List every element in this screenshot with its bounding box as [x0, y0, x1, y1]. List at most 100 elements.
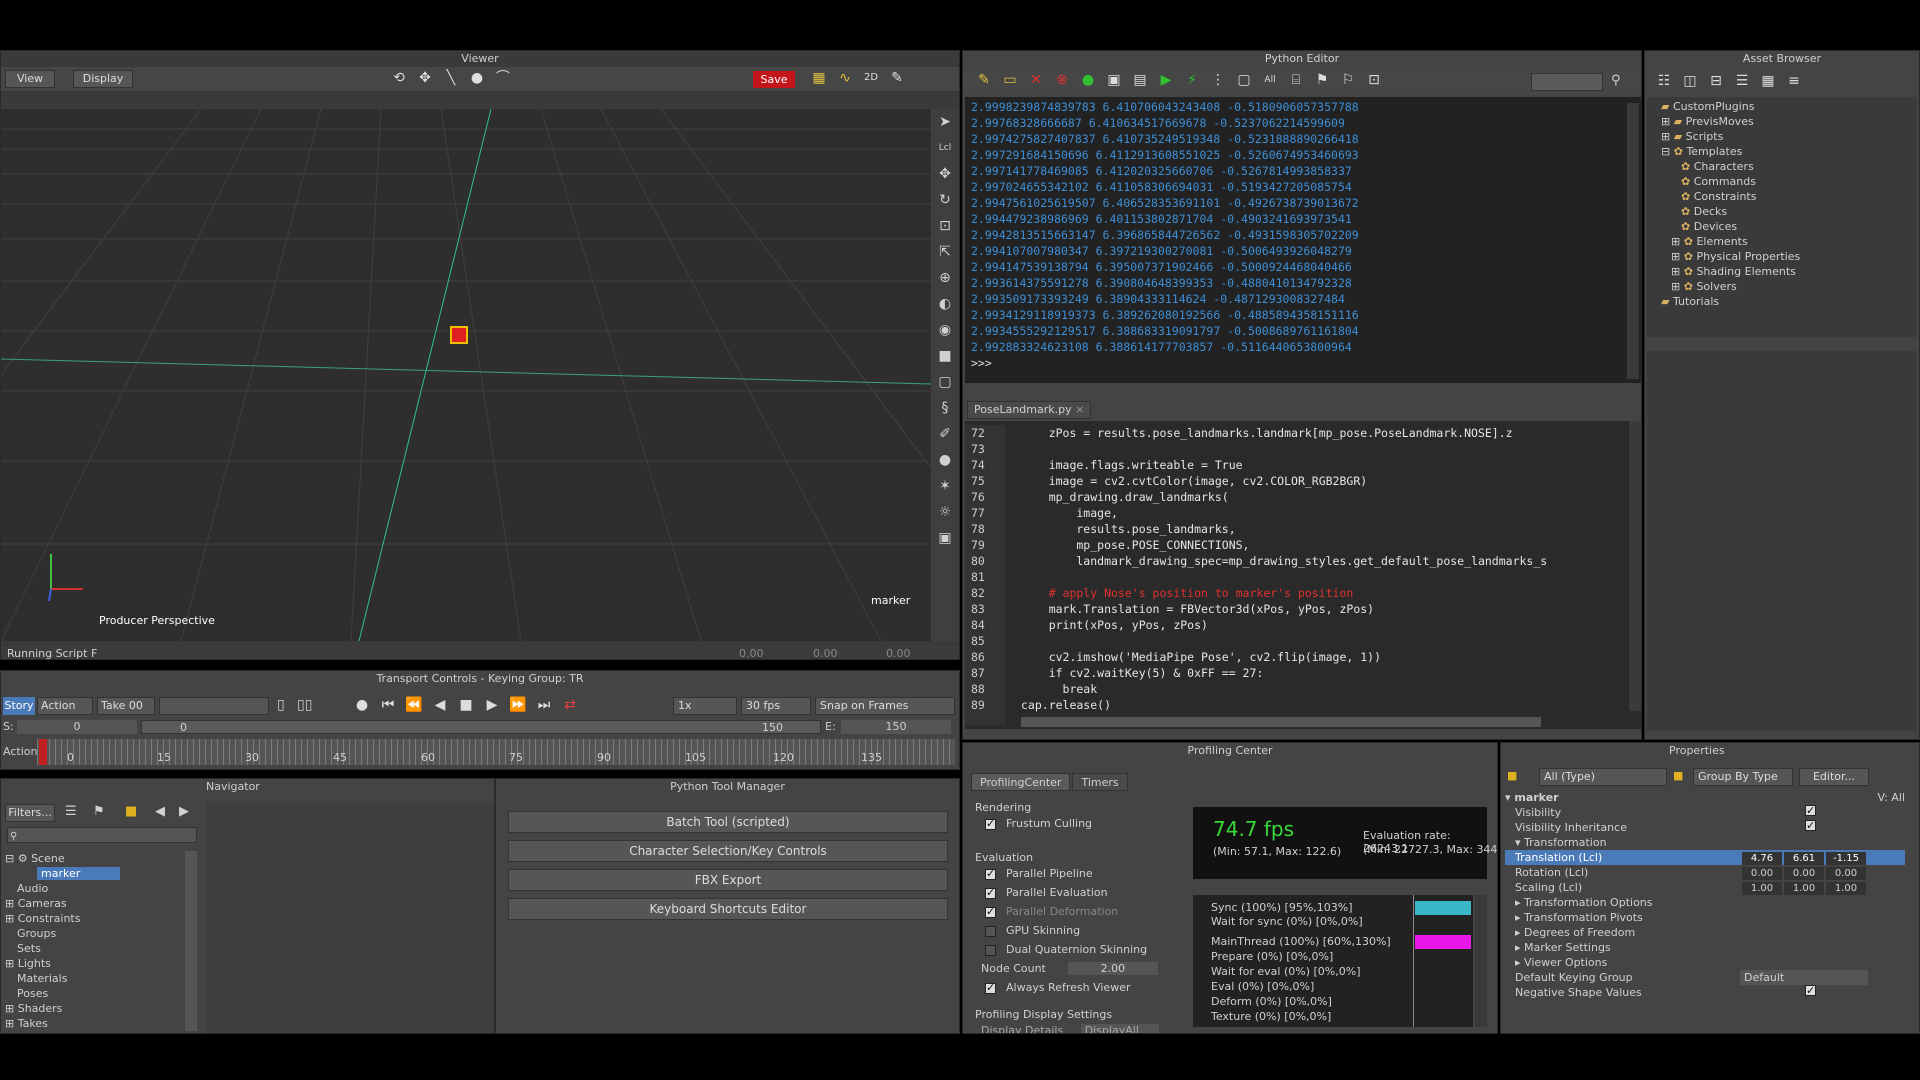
asset-item-commands[interactable]: ✿ Commands [1661, 174, 1917, 189]
tab-close-icon[interactable]: × [1075, 403, 1084, 416]
fps-dropdown[interactable]: 30 fps [741, 697, 811, 715]
clear-all-icon[interactable]: All [1259, 71, 1281, 89]
selected-marker[interactable]: marker [37, 867, 121, 880]
prop-translation[interactable]: Translation (Lcl) 4.76 6.61 -1.15 [1505, 850, 1905, 865]
navigator-scrollbar[interactable] [185, 851, 197, 1031]
clear-icon[interactable]: ▢ [1233, 71, 1255, 89]
timeline-ruler[interactable]: 0 15 30 45 60 75 90 105 120 135 [37, 739, 955, 765]
split-v-icon[interactable]: ◫ [1679, 72, 1701, 90]
code-scrollbar[interactable] [1629, 421, 1641, 711]
prop-marker-settings[interactable]: ▸ Marker Settings [1505, 940, 1905, 955]
asset-item-scripts[interactable]: ⊞ ▰ Scripts [1661, 129, 1917, 144]
prop-visibility-inheritance[interactable]: Visibility Inheritance [1505, 818, 1905, 835]
frustum-row[interactable]: Frustum Culling [975, 817, 1187, 837]
code-line[interactable]: cv2.imshow('MediaPipe Pose', cv2.flip(im… [1021, 649, 1629, 665]
cube-icon[interactable]: ■ [931, 343, 959, 369]
execute-icon[interactable]: ▶ [1155, 71, 1177, 89]
lock-icon[interactable]: ■ [1507, 769, 1517, 782]
filters-button[interactable]: Filters... [5, 804, 55, 822]
node-count-field[interactable]: 2.00 [1067, 962, 1158, 975]
parallel-deform-checkbox[interactable] [985, 905, 996, 918]
tree-item-sets[interactable]: Sets [5, 941, 185, 956]
code-line[interactable]: image, [1021, 505, 1629, 521]
prop-scaling[interactable]: Scaling (Lcl) 1.00 1.00 1.00 [1505, 880, 1905, 895]
always-refresh-row[interactable]: Always Refresh Viewer [975, 981, 1187, 1000]
range-slider[interactable]: 0 150 [141, 720, 821, 734]
split-h-icon[interactable]: ⊟ [1705, 72, 1727, 90]
tree-item-scene[interactable]: ⊟ ⚙ Scene [5, 851, 185, 866]
display-menu[interactable]: Display [73, 70, 133, 88]
dual-quat-checkbox[interactable] [985, 944, 996, 956]
pick-icon[interactable]: ✐ [931, 421, 959, 447]
move-icon[interactable]: ✥ [931, 161, 959, 187]
stop-icon[interactable]: ■ [455, 696, 477, 714]
line-icon[interactable]: ╲ [440, 69, 462, 87]
code-line[interactable]: break [1021, 681, 1629, 697]
pan-icon[interactable]: ✥ [414, 69, 436, 87]
tree-item-audio[interactable]: Audio [5, 881, 185, 896]
prop-viewer-options[interactable]: ▸ Viewer Options [1505, 955, 1905, 970]
code-line[interactable] [1021, 633, 1629, 649]
translation-x[interactable]: 4.76 [1742, 852, 1782, 865]
asset-item-devices[interactable]: ✿ Devices [1661, 219, 1917, 234]
code-line[interactable]: mp_drawing.draw_landmarks( [1021, 489, 1629, 505]
gpu-skin-row[interactable]: GPU Skinning [975, 924, 1187, 943]
keyboard-shortcuts-button[interactable]: Keyboard Shortcuts Editor [508, 898, 948, 920]
code-editor[interactable]: 72 73 74 75 76 77 78 79 80 81 82 83 84 85 86 87 88 89 zPo… [965, 421, 1641, 729]
magnet-icon[interactable]: ◐ [931, 291, 959, 317]
translation-z[interactable]: -1.15 [1826, 852, 1866, 865]
prop-rotation[interactable]: Rotation (Lcl) 0.00 0.00 0.00 [1505, 865, 1905, 880]
comment-icon[interactable]: ⚑ [1311, 71, 1333, 89]
lock-icon[interactable]: ■ [125, 804, 137, 819]
editor-tab[interactable]: PoseLandmark.py × [967, 401, 1092, 419]
light-icon[interactable]: ☼ [931, 499, 959, 525]
history-icon[interactable]: ⌸ [1285, 71, 1307, 89]
tree-item-poses[interactable]: Poses [5, 986, 185, 1001]
pen-icon[interactable]: ✎ [886, 69, 908, 87]
find-field[interactable] [1531, 73, 1603, 91]
code-line[interactable]: print(xPos, yPos, zPos) [1021, 617, 1629, 633]
batch-tool-button[interactable]: Batch Tool (scripted) [508, 811, 948, 833]
code-line[interactable]: mark.Translation = FBVector3d(xPos, yPos… [1021, 601, 1629, 617]
code-line[interactable]: zPos = results.pose_landmarks.landmark[m… [1021, 425, 1629, 441]
start-field[interactable]: 0 [17, 720, 137, 734]
detail-view-icon[interactable]: ≡ [1783, 72, 1805, 90]
goto-end-icon[interactable]: ⏭ [533, 696, 555, 714]
goto-start-icon[interactable]: ⏮ [377, 696, 399, 714]
view-menu[interactable]: View [5, 70, 55, 88]
negative-shape-checkbox[interactable] [1805, 983, 1816, 998]
asset-item-shading[interactable]: ⊞ ✿ Shading Elements [1661, 264, 1917, 279]
asset-item-elements[interactable]: ⊞ ✿ Elements [1661, 234, 1917, 249]
editor-button[interactable]: Editor... [1799, 768, 1869, 786]
prop-negative-shape[interactable]: Negative Shape Values [1505, 983, 1905, 1000]
tag-icon[interactable]: ⚑ [93, 804, 105, 819]
tree-item-takes[interactable]: ⊞ Takes [5, 1016, 185, 1031]
uncomment-icon[interactable]: ⚐ [1337, 71, 1359, 89]
always-refresh-checkbox[interactable] [985, 981, 996, 994]
save-button[interactable]: Save [753, 71, 795, 88]
save-as-icon[interactable]: ▤ [1129, 71, 1151, 89]
play-icon[interactable]: ▶ [481, 696, 503, 714]
single-view-icon[interactable]: ▯ [277, 697, 285, 713]
parallel-eval-row[interactable]: Parallel Evaluation [975, 886, 1187, 905]
rotation-y[interactable]: 0.00 [1784, 867, 1824, 880]
run-icon[interactable]: ● [1077, 71, 1099, 89]
stats-scrollbar[interactable] [1475, 895, 1487, 1027]
select-icon[interactable]: ➤ [931, 109, 959, 135]
scaling-y[interactable]: 1.00 [1784, 882, 1824, 895]
goto-icon[interactable]: ⊡ [1363, 71, 1385, 89]
code-line[interactable]: # apply Nose's position to marker's posi… [1021, 585, 1629, 601]
prop-visibility[interactable]: Visibility [1505, 803, 1905, 820]
asset-item-tutorials[interactable]: ▰ Tutorials [1661, 294, 1917, 309]
tab-story[interactable]: Story [3, 697, 35, 715]
group-dropdown[interactable]: Group By Type [1693, 768, 1793, 786]
playhead[interactable] [39, 739, 47, 765]
find-icon[interactable]: ⚲ [1611, 73, 1621, 88]
parallel-deform-row[interactable]: Parallel Deformation [975, 905, 1187, 924]
lock2-icon[interactable]: ■ [1673, 769, 1683, 782]
next-key-icon[interactable]: ⏩ [507, 696, 529, 714]
character-selection-button[interactable]: Character Selection/Key Controls [508, 840, 948, 862]
close-icon[interactable]: ✕ [1025, 71, 1047, 89]
zoom-icon[interactable]: ● [466, 69, 488, 87]
forward-icon[interactable]: ▶ [179, 804, 189, 819]
